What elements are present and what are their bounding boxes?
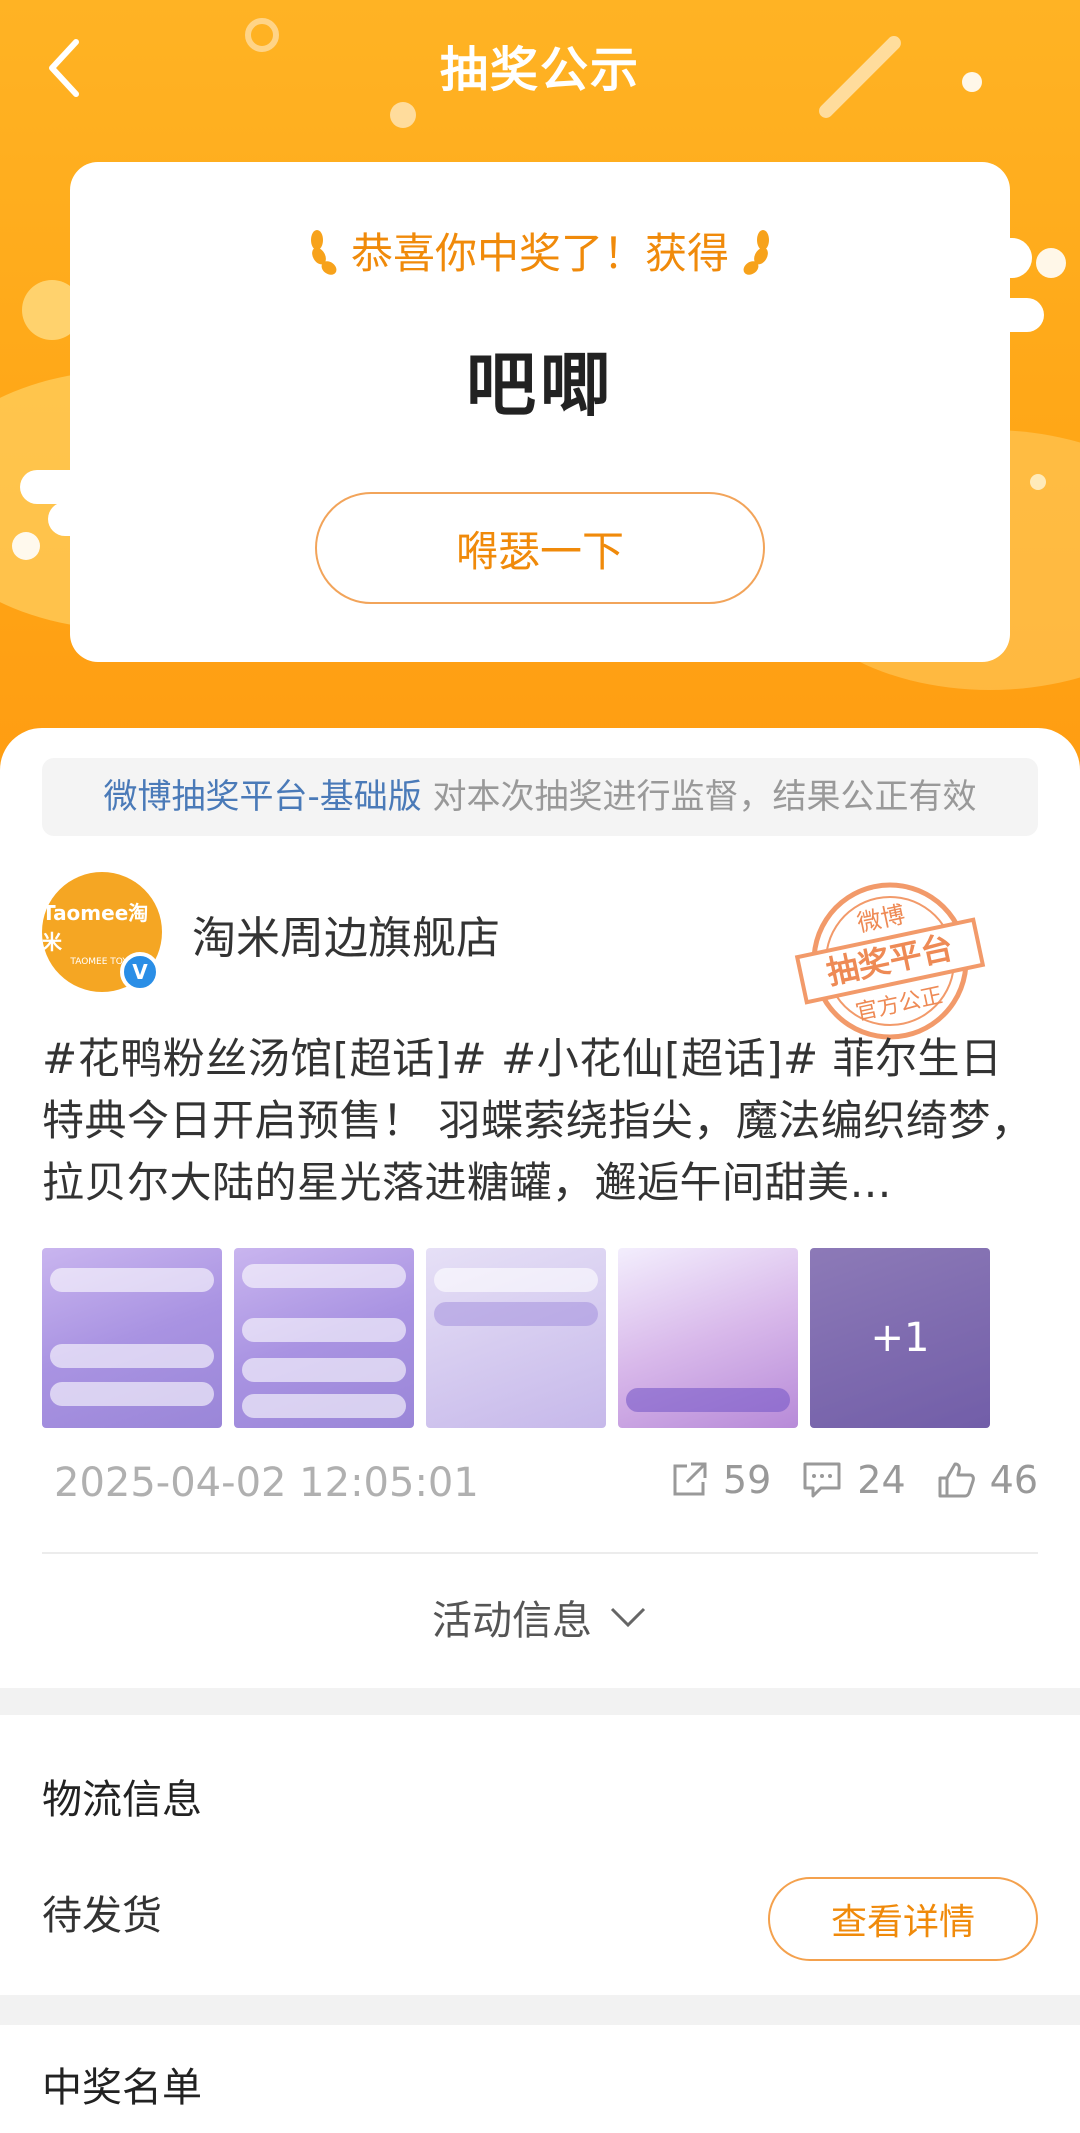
repost-count: 59 [722, 1458, 772, 1502]
chevron-down-icon [610, 1607, 646, 1628]
supervision-notice: 微博抽奖平台-基础版 对本次抽奖进行监督，结果公正有效 [42, 758, 1038, 836]
winners-section: 中奖名单 [0, 2025, 1080, 2133]
comment-count: 24 [857, 1458, 906, 1502]
thumbs-up-icon [938, 1462, 975, 1498]
share-button[interactable]: 嘚瑟一下 [315, 492, 765, 604]
comment-icon [803, 1462, 841, 1498]
post-stats: 59 24 46 [639, 1458, 1038, 1502]
view-details-button[interactable]: 查看详情 [768, 1877, 1038, 1961]
repost-button[interactable]: 59 [669, 1458, 771, 1502]
more-images-count: +1 [810, 1248, 990, 1428]
prize-card: 恭喜你中奖了！获得 吧唧 嘚瑟一下 [70, 162, 1010, 662]
laurel-left-icon [310, 229, 337, 275]
platform-link[interactable]: 微博抽奖平台-基础版 [103, 777, 421, 817]
verified-badge-icon: V [120, 952, 160, 992]
activity-info-toggle[interactable]: 活动信息 [0, 1588, 1080, 1646]
winners-title: 中奖名单 [42, 2065, 202, 2111]
post-image[interactable]: +1 [810, 1248, 990, 1428]
post-image[interactable] [234, 1248, 414, 1428]
decor-dot [390, 102, 416, 128]
shop-name[interactable]: 淘米周边旗舰店 [192, 902, 500, 966]
activity-info-label: 活动信息 [432, 1598, 592, 1644]
like-count: 46 [989, 1458, 1038, 1502]
congrats-text: 恭喜你中奖了！获得 [350, 229, 729, 278]
logistics-title: 物流信息 [42, 1777, 202, 1823]
post-sheet: 微博抽奖平台-基础版 对本次抽奖进行监督，结果公正有效 Taomee淘米 TAO… [0, 728, 1080, 1688]
decor-dot [1030, 474, 1046, 490]
post-image[interactable] [426, 1248, 606, 1428]
logistics-section: 物流信息 待发货 查看详情 [0, 1715, 1080, 1995]
shipping-status: 待发货 [42, 1893, 162, 1939]
svg-text:微博: 微博 [855, 900, 908, 937]
prize-name: 吧唧 [466, 344, 614, 426]
avatar-logo-text: Taomee淘米 [42, 901, 149, 954]
comment-button[interactable]: 24 [801, 1458, 906, 1502]
post-image[interactable] [618, 1248, 798, 1428]
image-gallery: +1 [42, 1248, 990, 1428]
congrats-line: 恭喜你中奖了！获得 [70, 220, 1010, 281]
decor-dot [12, 532, 40, 560]
divider [42, 1552, 1038, 1554]
decor-dot [1036, 248, 1066, 278]
post-text[interactable]: #花鸭粉丝汤馆[超话]# #小花仙[超话]# 菲尔生日特典今日开启预售！ 羽蝶萦… [42, 1028, 1042, 1214]
laurel-right-icon [743, 229, 769, 275]
notice-text: 对本次抽奖进行监督，结果公正有效 [421, 777, 977, 817]
repost-icon [673, 1462, 707, 1496]
post-timestamp: 2025-04-02 12:05:01 [54, 1460, 479, 1506]
page-title: 抽奖公示 [439, 42, 640, 98]
post-image[interactable] [42, 1248, 222, 1428]
like-button[interactable]: 46 [936, 1458, 1038, 1502]
